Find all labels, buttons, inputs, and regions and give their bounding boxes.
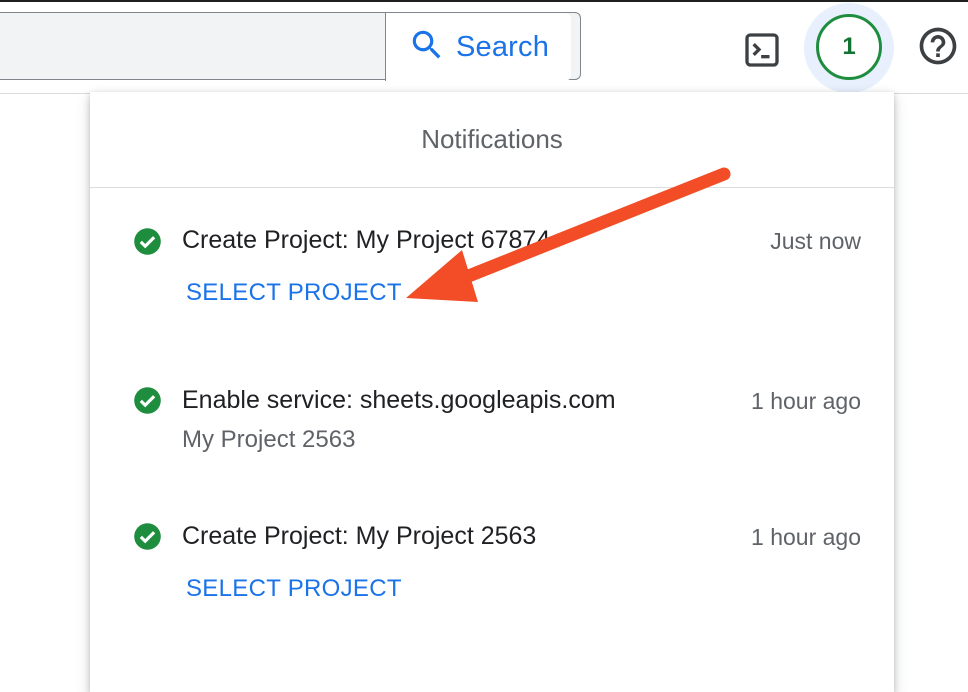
search-button-label: Search xyxy=(455,30,550,63)
notification-subtitle: My Project 2563 xyxy=(182,426,356,453)
notification-title: Create Project: My Project 2563 xyxy=(182,522,537,550)
notifications-button[interactable]: 1 xyxy=(816,14,882,80)
notification-title: Enable service: sheets.googleapis.com xyxy=(182,386,616,414)
notification-title: Create Project: My Project 67874 xyxy=(182,226,551,254)
notification-time: 1 hour ago xyxy=(751,388,861,414)
check-circle-icon xyxy=(134,387,161,414)
search-bar[interactable]: Search xyxy=(0,12,581,81)
panel-title: Notifications xyxy=(421,124,563,154)
select-project-link[interactable]: SELECT PROJECT xyxy=(186,575,402,603)
notification-count-badge: 1 xyxy=(842,33,856,60)
check-circle-icon xyxy=(134,228,161,255)
help-icon[interactable] xyxy=(914,22,962,70)
notification-time: 1 hour ago xyxy=(751,524,861,550)
notifications-panel: Notifications Create Project: My Project… xyxy=(90,92,894,692)
panel-divider xyxy=(90,187,894,188)
notification-time: Just now xyxy=(770,228,861,254)
search-button[interactable]: Search xyxy=(385,13,571,81)
select-project-link[interactable]: SELECT PROJECT xyxy=(186,279,402,307)
check-circle-icon xyxy=(134,523,161,550)
search-icon xyxy=(408,26,446,69)
window-top-border xyxy=(0,0,968,2)
cloud-shell-icon[interactable] xyxy=(738,26,786,74)
